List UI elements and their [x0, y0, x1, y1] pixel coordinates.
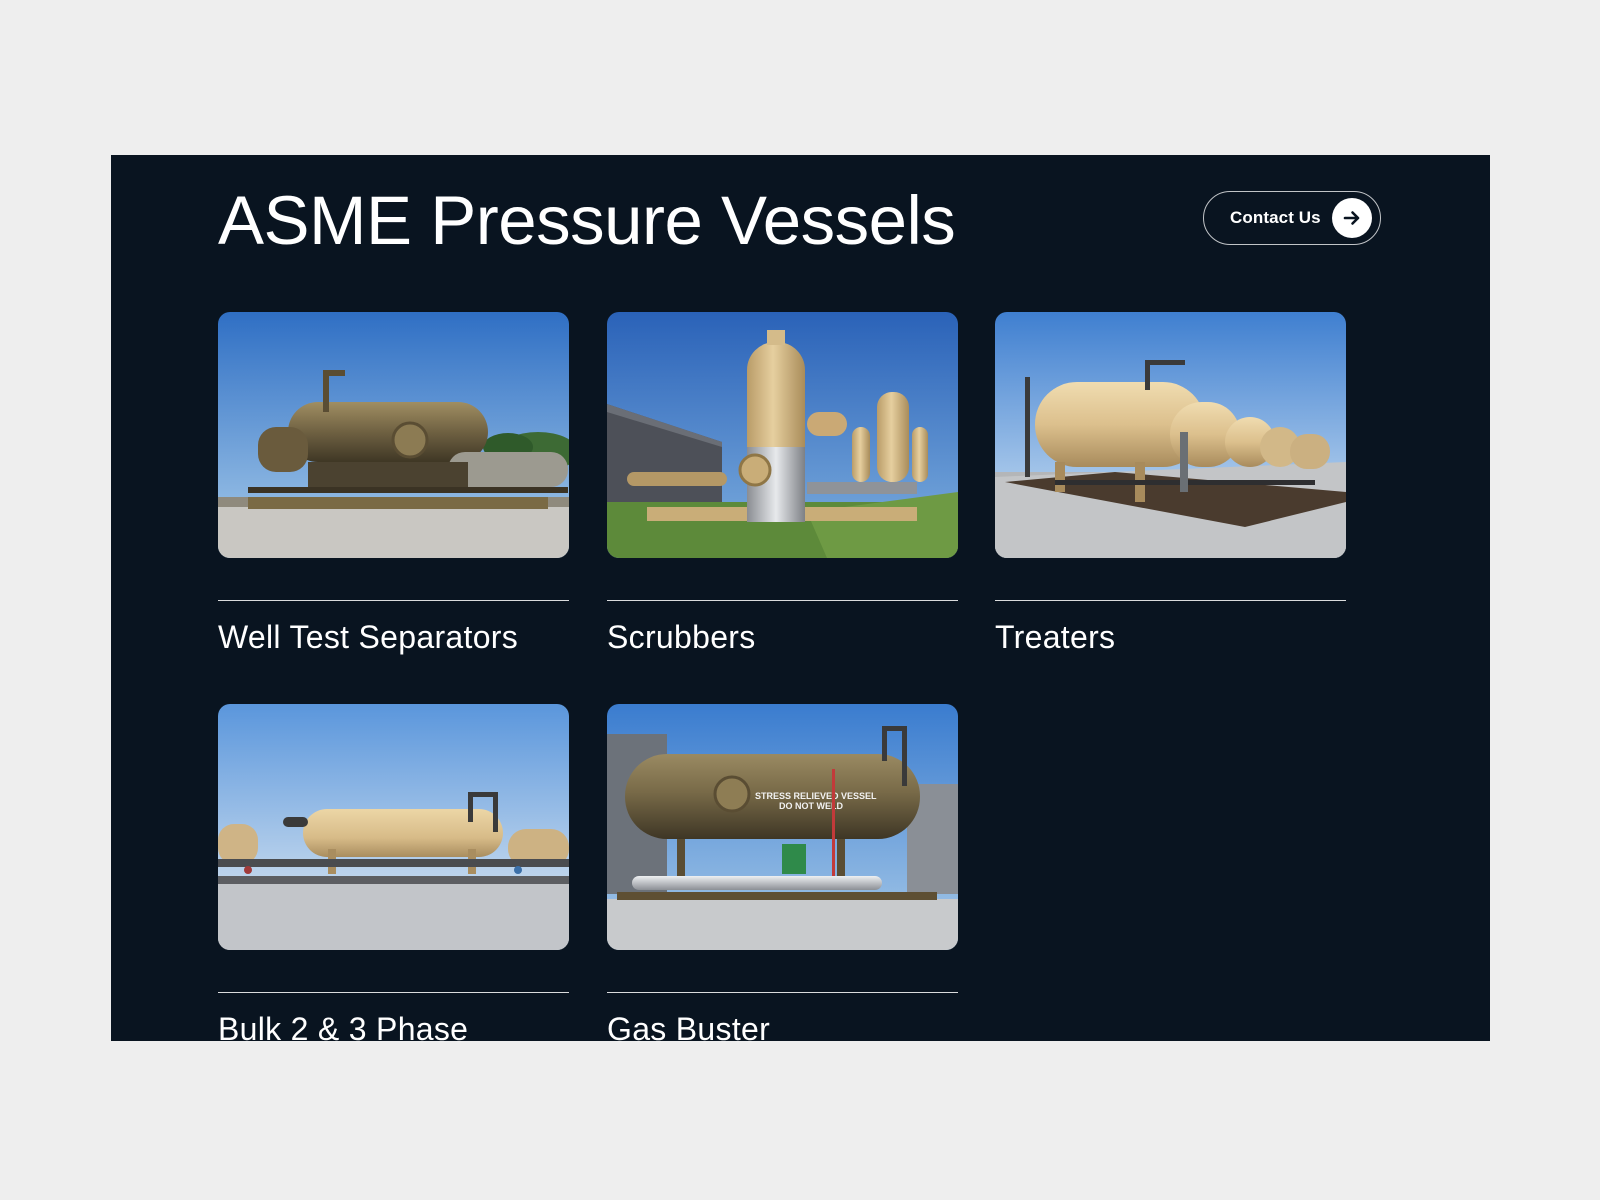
well-test-separators-photo[interactable] — [218, 312, 569, 558]
product-title[interactable]: Bulk 2 & 3 Phase — [218, 1011, 569, 1041]
product-card-scrubbers[interactable]: Scrubbers — [607, 312, 958, 656]
contact-us-label: Contact Us — [1230, 208, 1321, 227]
arrow-right-icon — [1332, 198, 1372, 238]
card-divider — [995, 600, 1346, 601]
bulk-2-3-phase-photo[interactable] — [218, 704, 569, 950]
product-card-gas-buster[interactable]: STRESS RELIEVED VESSEL DO NOT WELD Gas B… — [607, 704, 958, 1041]
stencil-text: STRESS RELIEVED VESSEL — [755, 791, 877, 801]
page-title: ASME Pressure Vessels — [218, 182, 956, 259]
product-title[interactable]: Treaters — [995, 619, 1346, 656]
treaters-photo[interactable] — [995, 312, 1346, 558]
contact-us-button[interactable]: Contact Us — [1203, 191, 1381, 245]
product-title[interactable]: Gas Buster — [607, 1011, 958, 1041]
product-title[interactable]: Scrubbers — [607, 619, 958, 656]
scrubbers-photo[interactable] — [607, 312, 958, 558]
card-divider — [607, 992, 958, 993]
gas-buster-photo[interactable]: STRESS RELIEVED VESSEL DO NOT WELD — [607, 704, 958, 950]
card-divider — [607, 600, 958, 601]
product-card-bulk-2-3-phase[interactable]: Bulk 2 & 3 Phase — [218, 704, 569, 1041]
product-card-treaters[interactable]: Treaters — [995, 312, 1346, 656]
card-divider — [218, 992, 569, 993]
product-title[interactable]: Well Test Separators — [218, 619, 569, 656]
product-card-well-test-separators[interactable]: Well Test Separators — [218, 312, 569, 656]
products-section: ASME Pressure Vessels Contact Us Well Te… — [111, 155, 1490, 1041]
card-divider — [218, 600, 569, 601]
